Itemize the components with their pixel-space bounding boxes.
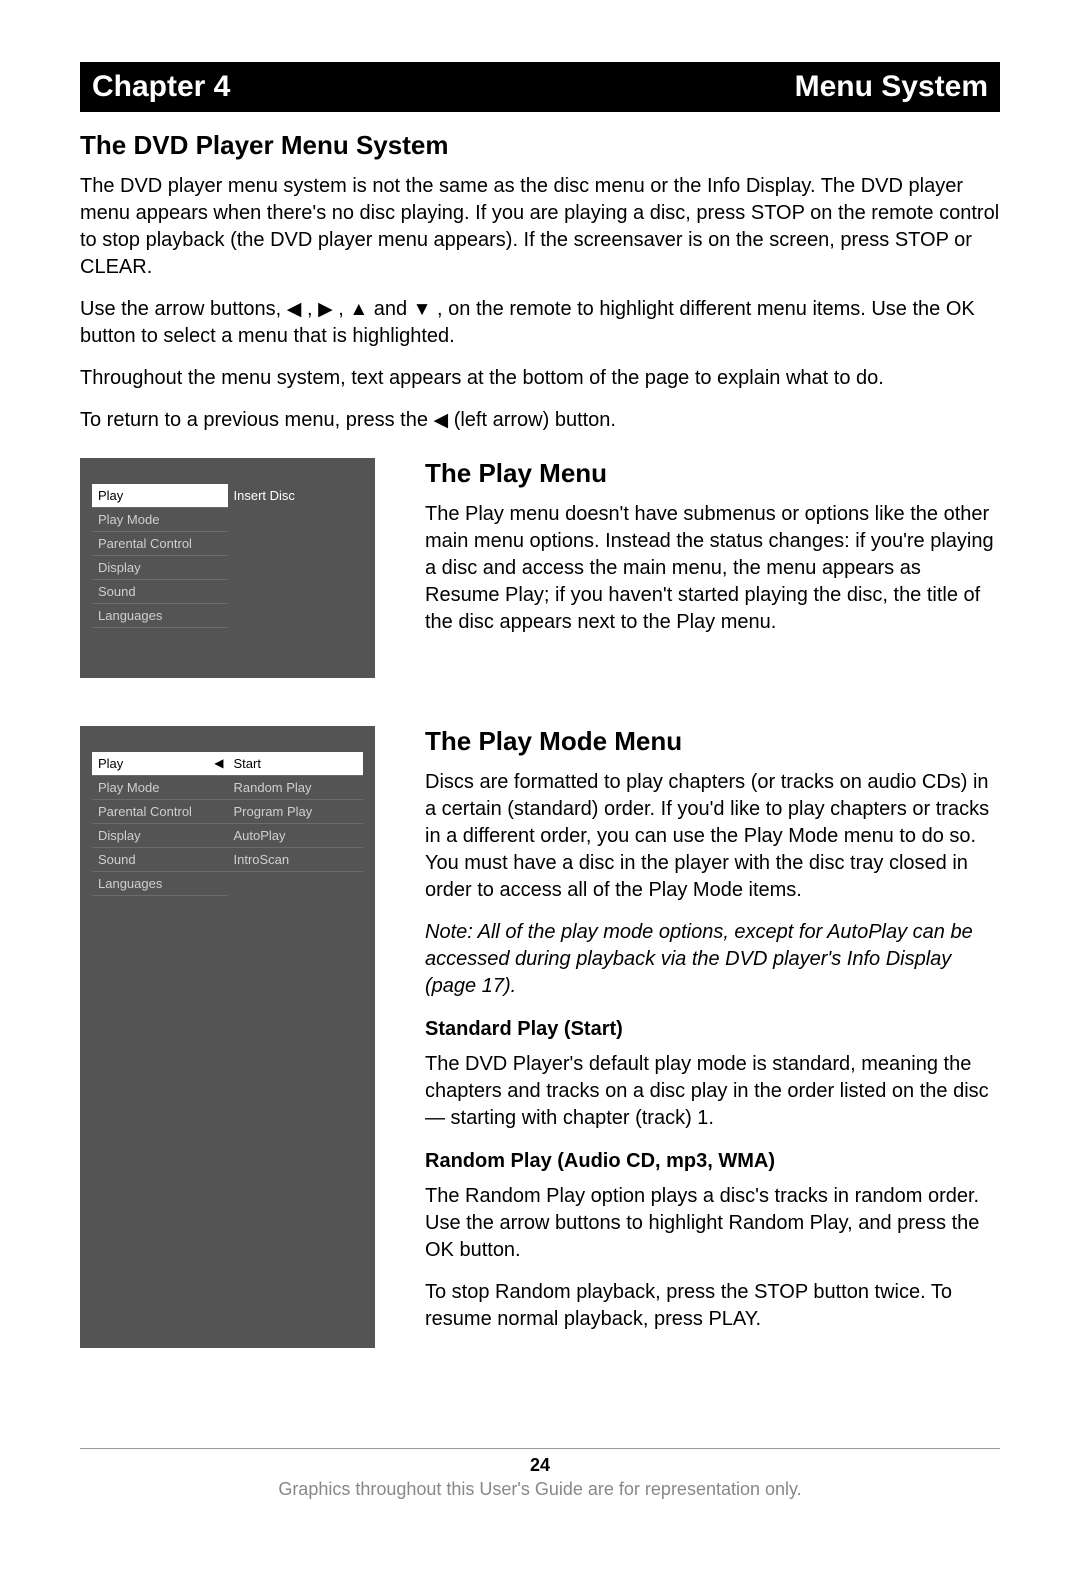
arrow-left-icon: ◀ <box>287 297 302 323</box>
menu-item-parental-control: Parental Control <box>92 800 228 824</box>
menu-screenshot-play: Play Play Mode Parental Control Display … <box>80 458 375 678</box>
menu-screenshot-play-mode: Play ◀ Play Mode Parental Control Displa… <box>80 726 375 1348</box>
paragraph: The DVD Player's default play mode is st… <box>425 1051 1000 1132</box>
section-heading: The Play Mode Menu <box>425 726 1000 757</box>
menu-item-languages: Languages <box>92 872 228 896</box>
menu-item-display: Display <box>92 556 228 580</box>
arrow-down-icon: ▼ <box>413 297 432 323</box>
footer: 24 Graphics throughout this User's Guide… <box>80 1448 1000 1500</box>
paragraph: Throughout the menu system, text appears… <box>80 365 1000 392</box>
menu-item-languages: Languages <box>92 604 228 628</box>
section-heading: The DVD Player Menu System <box>80 130 1000 161</box>
menu-item-sound: Sound <box>92 848 228 872</box>
chapter-label: Chapter 4 <box>92 70 230 104</box>
menu-sub-program-play: Program Play <box>228 800 364 824</box>
menu-item-parental-control: Parental Control <box>92 532 228 556</box>
sub-heading: Standard Play (Start) <box>425 1018 1000 1041</box>
menu-status-insert-disc: Insert Disc <box>228 484 364 507</box>
sub-heading: Random Play (Audio CD, mp3, WMA) <box>425 1150 1000 1173</box>
menu-sub-start: Start <box>228 752 364 776</box>
arrow-left-icon: ◀ <box>434 408 449 434</box>
arrow-up-icon: ▲ <box>349 297 368 323</box>
paragraph: Use the arrow buttons, ◀ , ▶ , ▲ and ▼ ,… <box>80 296 1000 350</box>
menu-sub-introscan: IntroScan <box>228 848 364 872</box>
paragraph: The Play menu doesn't have submenus or o… <box>425 501 1000 636</box>
menu-item-play: Play <box>92 484 228 508</box>
paragraph: To stop Random playback, press the STOP … <box>425 1279 1000 1333</box>
menu-sub-random-play: Random Play <box>228 776 364 800</box>
chapter-title: Menu System <box>795 70 988 104</box>
page-number: 24 <box>80 1455 1000 1476</box>
paragraph: To return to a previous menu, press the … <box>80 407 1000 434</box>
menu-item-play-mode: Play Mode <box>92 776 228 800</box>
paragraph: Discs are formatted to play chapters (or… <box>425 769 1000 904</box>
menu-sub-autoplay: AutoPlay <box>228 824 364 848</box>
menu-item-play-mode: Play Mode <box>92 508 228 532</box>
menu-item-display: Display <box>92 824 228 848</box>
footer-disclaimer: Graphics throughout this User's Guide ar… <box>80 1479 1000 1500</box>
section-heading: The Play Menu <box>425 458 1000 489</box>
note-text: Note: All of the play mode options, exce… <box>425 919 1000 1000</box>
menu-item-play: Play ◀ <box>92 752 228 776</box>
menu-item-sound: Sound <box>92 580 228 604</box>
paragraph: The Random Play option plays a disc's tr… <box>425 1183 1000 1264</box>
arrow-right-icon: ▶ <box>318 297 333 323</box>
paragraph: The DVD player menu system is not the sa… <box>80 173 1000 281</box>
chapter-header: Chapter 4 Menu System <box>80 62 1000 112</box>
arrow-left-icon: ◀ <box>214 756 223 770</box>
